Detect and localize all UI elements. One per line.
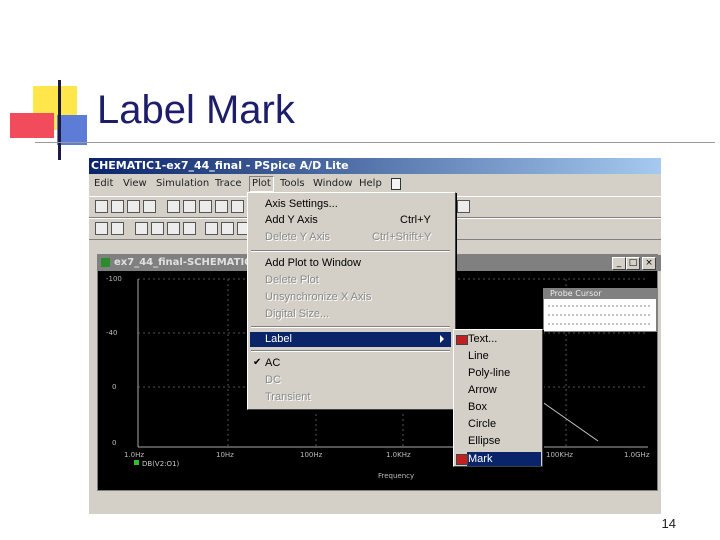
menu-item-add-y-axis[interactable]: Add Y Axis (265, 213, 318, 227)
menu-item-axis-settings[interactable]: Axis Settings... (265, 197, 338, 211)
probe-cursor-values (548, 305, 652, 325)
menu-item-transient[interactable]: Transient (265, 390, 310, 404)
open-icon[interactable] (111, 200, 124, 213)
y-tick-label: -100 (106, 275, 122, 283)
submenu-item-box[interactable]: Box (468, 400, 487, 414)
zoom-in-icon[interactable] (95, 222, 108, 235)
print-icon[interactable] (143, 200, 156, 213)
menu-separator (251, 326, 450, 328)
menu-simulation[interactable]: Simulation (156, 177, 209, 191)
x-axis-label: Frequency (378, 472, 414, 480)
performance-icon[interactable] (167, 222, 180, 235)
menu-plot[interactable]: Plot (249, 176, 274, 192)
submenu-item-text[interactable]: Text... (468, 332, 497, 346)
x-tick-label: 1.0GHz (624, 451, 650, 459)
menu-item-ac[interactable]: AC (265, 356, 280, 370)
minimize-button[interactable]: _ (612, 257, 626, 270)
y-tick-label: -40 (106, 329, 117, 337)
x-tick-label: 10Hz (216, 451, 234, 459)
menu-item-label[interactable]: Label (265, 332, 292, 346)
eval-goal-icon[interactable] (221, 222, 234, 235)
label-submenu: Text... Line Poly-line Arrow Box Circle … (453, 329, 543, 467)
copy-icon[interactable] (183, 200, 196, 213)
menu-separator (251, 350, 450, 352)
y-tick-label: 0 (112, 439, 116, 447)
menu-view[interactable]: View (123, 177, 147, 191)
simulation-settings-icon[interactable] (457, 200, 470, 213)
x-tick-label: 100KHz (546, 451, 573, 459)
menu-item-add-plot-to-window[interactable]: Add Plot to Window (265, 256, 361, 270)
menu-tools[interactable]: Tools (280, 177, 305, 191)
paste-icon[interactable] (199, 200, 212, 213)
cut-icon[interactable] (167, 200, 180, 213)
probe-cursor-panel: Probe Cursor (543, 288, 657, 332)
menu-edit[interactable]: Edit (94, 177, 113, 191)
menu-item-digital-size[interactable]: Digital Size... (265, 307, 329, 321)
submenu-arrow-icon (440, 335, 444, 343)
menu-item-unsynchronize-x-axis[interactable]: Unsynchronize X Axis (265, 290, 371, 304)
menu-item-delete-plot[interactable]: Delete Plot (265, 273, 319, 287)
fourier-icon[interactable] (151, 222, 164, 235)
undo-icon[interactable] (215, 200, 228, 213)
help-icon[interactable] (391, 178, 401, 190)
page-number: 14 (661, 516, 676, 531)
submenu-item-mark[interactable]: Mark (468, 452, 492, 466)
text-label-icon (456, 335, 468, 345)
menu-item-dc[interactable]: DC (265, 373, 281, 387)
zoom-out-icon[interactable] (111, 222, 124, 235)
menu-trace[interactable]: Trace (215, 177, 242, 191)
x-tick-label: 1.0Hz (124, 451, 144, 459)
slide-title: Label Mark (97, 88, 295, 132)
trace-legend-marker (134, 460, 139, 465)
log-y-icon[interactable] (183, 222, 196, 235)
trace-legend-label: DB(V2:O1) (142, 460, 179, 468)
decor-divider (35, 142, 715, 143)
submenu-item-arrow[interactable]: Arrow (468, 383, 497, 397)
probe-window-icon (101, 258, 110, 267)
checkmark-icon: ✔ (253, 357, 262, 368)
log-x-icon[interactable] (135, 222, 148, 235)
maximize-button[interactable]: □ (626, 257, 640, 270)
shortcut-delete-y-axis: Ctrl+Shift+Y (372, 231, 432, 243)
submenu-item-poly-line[interactable]: Poly-line (468, 366, 510, 380)
y-tick-label: 0 (112, 383, 116, 391)
close-button[interactable]: × (642, 257, 656, 270)
menu-window[interactable]: Window (313, 177, 352, 191)
submenu-item-circle[interactable]: Circle (468, 417, 496, 431)
plot-menu: Axis Settings... Add Y Axis Ctrl+Y Delet… (247, 192, 456, 410)
decor-vertical-line (58, 80, 61, 160)
decor-blue-square (57, 115, 87, 145)
x-tick-label: 1.0KHz (386, 451, 411, 459)
mark-icon (456, 454, 468, 465)
x-tick-label: 100Hz (300, 451, 323, 459)
new-icon[interactable] (95, 200, 108, 213)
redo-icon[interactable] (231, 200, 244, 213)
shortcut-add-y-axis: Ctrl+Y (400, 214, 431, 226)
decor-red-bar (10, 113, 54, 138)
menubar: Edit View Simulation Trace Plot Tools Wi… (89, 176, 661, 192)
menu-help[interactable]: Help (359, 177, 382, 191)
app-title-bar: CHEMATIC1-ex7_44_final - PSpice A/D Lite (89, 158, 661, 174)
menu-separator (251, 250, 450, 252)
probe-cursor-title: Probe Cursor (544, 289, 656, 299)
menu-item-delete-y-axis[interactable]: Delete Y Axis (265, 230, 330, 244)
add-trace-icon[interactable] (205, 222, 218, 235)
submenu-item-ellipse[interactable]: Ellipse (468, 434, 500, 448)
submenu-item-line[interactable]: Line (468, 349, 489, 363)
save-icon[interactable] (127, 200, 140, 213)
